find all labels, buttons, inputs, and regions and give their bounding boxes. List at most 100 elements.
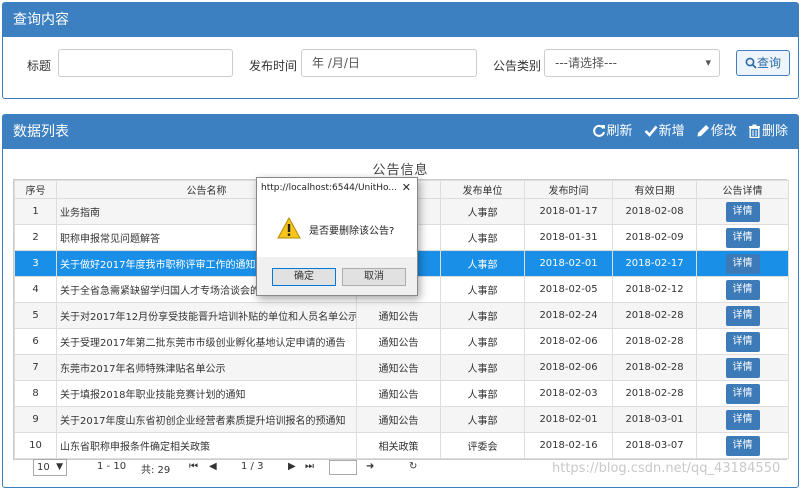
cell-detail: 详情 [696,380,789,407]
detail-button[interactable]: 详情 [725,201,760,222]
column-header[interactable]: 发布单位 [440,180,525,199]
add-button[interactable]: 新增 [644,115,685,149]
cell-detail: 详情 [696,276,789,303]
category-label: 公告类别 [493,59,542,73]
cell-date: 2018-01-31 [524,224,613,251]
page-number-input[interactable] [329,460,357,475]
list-panel-header: 数据列表 刷新 新增 修改 删除 [3,115,798,149]
cell-detail: 详情 [696,250,789,277]
cell-detail: 详情 [696,328,789,355]
cell-category: 通知公告 [356,380,441,407]
next-page-icon[interactable]: ▶ [288,461,296,472]
cell-detail: 详情 [696,432,789,459]
cell-date: 2018-01-17 [524,198,613,225]
cell-valid: 2018-02-17 [612,250,697,277]
detail-button[interactable]: 详情 [725,305,760,326]
detail-button[interactable]: 详情 [725,253,760,274]
detail-button[interactable]: 详情 [725,279,760,300]
query-panel-title: 查询内容 [3,3,798,37]
cell-no: 2 [14,224,57,251]
search-button-label: 查询 [756,56,781,70]
detail-button[interactable]: 详情 [725,357,760,378]
cell-detail: 详情 [696,354,789,381]
cell-no: 8 [14,380,57,407]
detail-button[interactable]: 详情 [725,331,760,352]
dialog-titlebar: http://localhost:6544/UnitHo... ✕ [257,178,417,198]
page-size-select[interactable]: 10 ▼ [33,459,67,476]
last-page-icon[interactable]: ⏭ [305,461,314,472]
date-input[interactable]: 年 /月/日 [301,49,477,77]
cell-unit: 人事部 [440,250,525,277]
table-row[interactable]: 7 东莞市2017年名师特殊津贴名单公示 通知公告 人事部 2018-02-06 2018… [14,354,789,381]
pager-range: 1 - 10 [97,461,127,472]
column-header[interactable]: 公告详情 [696,180,789,199]
refresh-label: 刷新 [606,124,633,139]
cell-valid: 2018-02-28 [612,302,697,329]
title-input[interactable] [58,49,233,77]
ok-button[interactable]: 确定 [272,268,336,286]
cell-valid: 2018-02-28 [612,354,697,381]
cell-name: 关于填报2018年职业技能竞赛计划的通知 [56,380,357,407]
toolbar: 刷新 新增 修改 删除 [585,115,788,149]
cell-name: 东莞市2017年名师特殊津贴名单公示 [56,354,357,381]
cell-name: 山东省职称申报条件确定相关政策 [56,432,357,459]
cell-date: 2018-02-01 [524,406,613,433]
cell-unit: 人事部 [440,354,525,381]
cell-unit: 人事部 [440,276,525,303]
cell-valid: 2018-02-08 [612,198,697,225]
column-header[interactable]: 有效日期 [612,180,697,199]
query-panel: 查询内容 标题 发布时间 年 /月/日 公告类别 ---请选择--- 查询 [2,2,799,99]
first-page-icon[interactable]: ⏮ [189,461,198,472]
title-label: 标题 [27,59,52,73]
close-icon[interactable]: ✕ [402,178,411,198]
cell-no: 6 [14,328,57,355]
prev-page-icon[interactable]: ◀ [209,461,217,472]
detail-button[interactable]: 详情 [725,409,760,430]
cell-date: 2018-02-01 [524,250,613,277]
cell-date: 2018-02-06 [524,354,613,381]
cell-date: 2018-02-05 [524,276,613,303]
cell-name: 关于2017年度山东省初创企业经营者素质提升培训报名的预通知 [56,406,357,433]
page-size-value: 10 [37,462,50,473]
detail-button[interactable]: 详情 [725,227,760,248]
cell-unit: 评委会 [440,432,525,459]
refresh-button[interactable]: 刷新 [592,115,633,149]
table-row[interactable]: 9 关于2017年度山东省初创企业经营者素质提升培训报名的预通知 通知公告 人事部 20… [14,406,789,433]
edit-button[interactable]: 修改 [696,115,737,149]
cell-unit: 人事部 [440,380,525,407]
detail-button[interactable]: 详情 [725,435,760,456]
reload-icon[interactable]: ↻ [409,461,417,472]
column-header[interactable]: 发布时间 [524,180,613,199]
column-header[interactable]: 序号 [14,180,57,199]
cell-date: 2018-02-06 [524,328,613,355]
delete-button[interactable]: 删除 [748,115,788,149]
dialog-body: 是否要删除该公告? [257,198,417,259]
cancel-button[interactable]: 取消 [342,268,406,286]
cell-category: 相关政策 [356,432,441,459]
cell-no: 5 [14,302,57,329]
list-panel: 数据列表 刷新 新增 修改 删除 公告信息 序号 公告名称 公告类别 发布单位 … [2,114,799,488]
cell-valid: 2018-02-28 [612,328,697,355]
search-icon [745,57,757,69]
dialog-message: 是否要删除该公告? [309,226,395,237]
cell-category: 通知公告 [356,406,441,433]
cell-unit: 人事部 [440,406,525,433]
cell-valid: 2018-02-12 [612,276,697,303]
refresh-icon [592,124,605,137]
table-row[interactable]: 6 关于受理2017年第二批东莞市市级创业孵化基地认定申请的通告 通知公告 人事部 20… [14,328,789,355]
table-row[interactable]: 8 关于填报2018年职业技能竞赛计划的通知 通知公告 人事部 2018-02-03 20… [14,380,789,407]
table-row[interactable]: 5 关于对2017年12月份享受技能晋升培训补贴的单位和人员名单公示 通知公告 人事部… [14,302,789,329]
table-title: 公告信息 [372,163,429,178]
category-select[interactable]: ---请选择--- [544,49,720,77]
cell-detail: 详情 [696,224,789,251]
cell-detail: 详情 [696,198,789,225]
table-row[interactable]: 10 山东省职称申报条件确定相关政策 相关政策 评委会 2018-02-16 2018-0… [14,432,789,459]
cell-category: 通知公告 [356,302,441,329]
chevron-down-icon: ▼ [56,462,63,472]
cell-no: 4 [14,276,57,303]
cell-unit: 人事部 [440,302,525,329]
cell-unit: 人事部 [440,328,525,355]
go-page-icon[interactable]: ➜ [366,461,374,472]
search-button[interactable]: 查询 [736,50,790,76]
detail-button[interactable]: 详情 [725,383,760,404]
